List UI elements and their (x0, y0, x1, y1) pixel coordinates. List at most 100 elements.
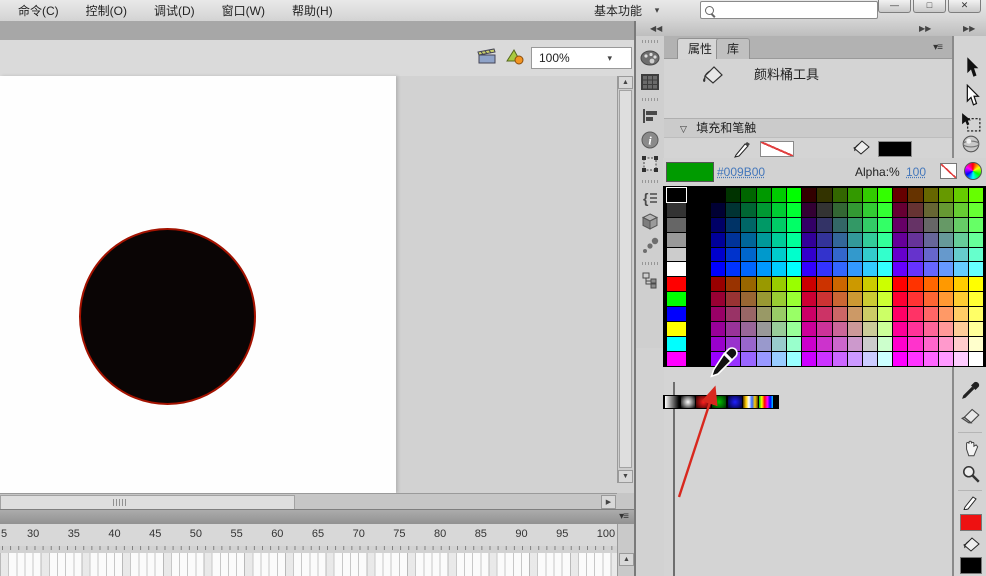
palette-swatch[interactable] (939, 233, 953, 247)
palette-swatch[interactable] (893, 307, 907, 321)
palette-swatch[interactable] (757, 322, 771, 336)
palette-swatch[interactable] (711, 337, 725, 351)
palette-swatch[interactable] (833, 337, 847, 351)
palette-swatch[interactable] (908, 262, 922, 276)
palette-swatch[interactable] (833, 233, 847, 247)
window-close-button[interactable]: ✕ (948, 0, 981, 13)
palette-swatch[interactable] (667, 307, 686, 321)
palette-swatch[interactable] (848, 337, 862, 351)
palette-swatch[interactable] (787, 292, 801, 306)
palette-swatch[interactable] (741, 203, 755, 217)
palette-swatch[interactable] (969, 352, 983, 366)
panel-menu-icon[interactable]: ▾≡ (619, 511, 628, 522)
palette-swatch[interactable] (863, 218, 877, 232)
vertical-scrollbar-thumb[interactable] (619, 90, 632, 468)
timeline-panel-header[interactable]: ▾≡ (0, 509, 634, 525)
panel-menu-icon[interactable]: ▾≡ (933, 42, 942, 53)
timeline-scroll-up-button[interactable]: ▲ (619, 553, 634, 566)
components-panel-icon[interactable] (638, 211, 662, 233)
palette-swatch[interactable] (893, 233, 907, 247)
palette-swatch[interactable] (817, 352, 831, 366)
palette-swatch[interactable] (908, 337, 922, 351)
palette-swatch[interactable] (908, 203, 922, 217)
tools-fill-color-swatch[interactable] (960, 557, 982, 574)
radial-green-gradient-swatch[interactable] (712, 396, 726, 408)
gold-blue-stripes-gradient-swatch[interactable] (743, 396, 757, 408)
palette-swatch[interactable] (726, 352, 740, 366)
palette-swatch[interactable] (878, 262, 892, 276)
info-panel-icon[interactable]: i (638, 129, 662, 151)
selection-tool[interactable] (961, 56, 981, 76)
palette-swatch[interactable] (924, 233, 938, 247)
palette-swatch[interactable] (908, 352, 922, 366)
swatches-panel-icon[interactable] (638, 71, 662, 93)
palette-swatch[interactable] (848, 277, 862, 291)
alpha-value-field[interactable]: 100 (906, 165, 926, 179)
palette-swatch[interactable] (757, 188, 771, 202)
palette-swatch[interactable] (726, 233, 740, 247)
palette-swatch[interactable] (878, 277, 892, 291)
palette-swatch[interactable] (878, 188, 892, 202)
expand-tools-icon[interactable]: ▶▶ (963, 24, 975, 33)
palette-swatch[interactable] (741, 292, 755, 306)
eyedropper-tool[interactable] (961, 380, 981, 400)
palette-swatch[interactable] (833, 218, 847, 232)
palette-swatch[interactable] (954, 188, 968, 202)
radial-red-gradient-swatch[interactable] (696, 396, 710, 408)
palette-swatch[interactable] (711, 262, 725, 276)
palette-swatch[interactable] (726, 292, 740, 306)
align-panel-icon[interactable] (638, 105, 662, 127)
palette-swatch[interactable] (667, 248, 686, 262)
palette-swatch[interactable] (757, 307, 771, 321)
palette-swatch[interactable] (939, 277, 953, 291)
palette-swatch[interactable] (924, 337, 938, 351)
palette-swatch[interactable] (863, 292, 877, 306)
palette-swatch[interactable] (787, 248, 801, 262)
palette-swatch[interactable] (878, 322, 892, 336)
palette-swatch[interactable] (954, 352, 968, 366)
fill-color-swatch[interactable] (878, 141, 912, 157)
palette-swatch[interactable] (969, 277, 983, 291)
palette-swatch[interactable] (772, 218, 786, 232)
palette-swatch[interactable] (741, 262, 755, 276)
palette-swatch[interactable] (787, 322, 801, 336)
palette-swatch[interactable] (817, 218, 831, 232)
palette-swatch[interactable] (893, 188, 907, 202)
menu-item[interactable]: 控制(O) (86, 2, 127, 19)
palette-swatch[interactable] (726, 203, 740, 217)
palette-swatch[interactable] (939, 248, 953, 262)
palette-swatch[interactable] (772, 188, 786, 202)
stroke-color-swatch[interactable] (760, 141, 794, 157)
palette-swatch[interactable] (802, 218, 816, 232)
palette-swatch[interactable] (908, 233, 922, 247)
collapse-panels-icon[interactable]: ◀◀ (650, 24, 662, 33)
palette-swatch[interactable] (954, 307, 968, 321)
palette-swatch[interactable] (924, 188, 938, 202)
palette-swatch[interactable] (817, 233, 831, 247)
palette-swatch[interactable] (667, 203, 686, 217)
palette-swatch[interactable] (833, 352, 847, 366)
palette-swatch[interactable] (833, 248, 847, 262)
palette-swatch[interactable] (969, 248, 983, 262)
palette-swatch[interactable] (667, 352, 686, 366)
palette-swatch[interactable] (741, 352, 755, 366)
palette-swatch[interactable] (924, 218, 938, 232)
palette-swatch[interactable] (667, 218, 686, 232)
palette-swatch[interactable] (833, 188, 847, 202)
menu-item[interactable]: 命令(C) (18, 2, 59, 19)
palette-swatch[interactable] (757, 337, 771, 351)
menu-item[interactable]: 帮助(H) (292, 2, 333, 19)
palette-swatch[interactable] (848, 322, 862, 336)
code-snippets-panel-icon[interactable]: { (638, 187, 662, 209)
palette-swatch[interactable] (741, 307, 755, 321)
horizontal-scrollbar[interactable]: ▶ (0, 493, 617, 510)
palette-swatch[interactable] (939, 307, 953, 321)
panel-gripper[interactable] (642, 180, 658, 183)
window-maximize-button[interactable]: □ (913, 0, 946, 13)
palette-swatch[interactable] (893, 277, 907, 291)
palette-swatch[interactable] (833, 277, 847, 291)
palette-swatch[interactable] (711, 203, 725, 217)
palette-swatch[interactable] (787, 188, 801, 202)
palette-swatch[interactable] (939, 322, 953, 336)
palette-swatch[interactable] (848, 218, 862, 232)
